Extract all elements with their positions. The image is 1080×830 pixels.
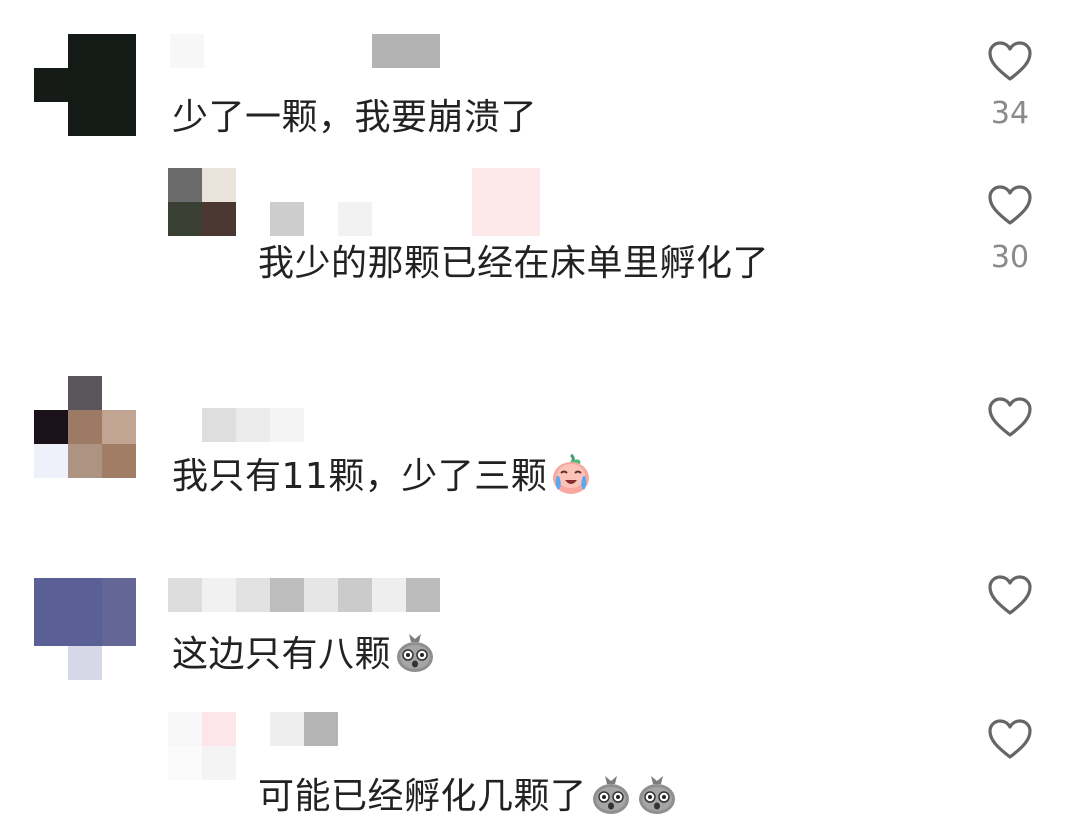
comment-text: 我只有11颗，少了三颗 — [172, 452, 593, 499]
avatar[interactable] — [34, 578, 136, 680]
avatar[interactable] — [34, 34, 136, 136]
shocked-bag-emoji — [638, 776, 675, 814]
like-count: 30 — [990, 240, 1030, 275]
username-redacted[interactable] — [202, 408, 304, 442]
comment-text: 少了一颗，我要崩溃了 — [172, 97, 538, 138]
avatar[interactable] — [168, 168, 236, 236]
like-button[interactable]: 30 — [980, 184, 1040, 276]
comment-text: 我少的那颗已经在床单里孵化了 — [258, 243, 770, 284]
shocked-bag-emoji — [592, 776, 629, 814]
like-button[interactable] — [980, 396, 1040, 438]
like-count: 34 — [990, 96, 1030, 131]
like-button[interactable] — [980, 574, 1040, 616]
comment-text: 这边只有八颗 — [172, 630, 437, 677]
heart-icon — [980, 574, 1040, 616]
heart-icon — [980, 396, 1040, 438]
like-button[interactable]: 34 — [980, 40, 1040, 132]
crying-peach-emoji — [553, 453, 590, 494]
like-button[interactable] — [980, 718, 1040, 760]
avatar[interactable] — [34, 376, 136, 478]
heart-icon — [980, 718, 1040, 760]
comment-text: 可能已经孵化几颗了 — [258, 772, 679, 819]
shocked-bag-emoji — [397, 634, 434, 672]
username-redacted[interactable] — [168, 578, 440, 612]
username-redacted[interactable] — [170, 34, 440, 68]
username-redacted[interactable] — [270, 168, 542, 236]
username-redacted[interactable] — [270, 712, 338, 746]
heart-icon — [980, 184, 1040, 226]
avatar[interactable] — [168, 712, 236, 780]
heart-icon — [980, 40, 1040, 82]
